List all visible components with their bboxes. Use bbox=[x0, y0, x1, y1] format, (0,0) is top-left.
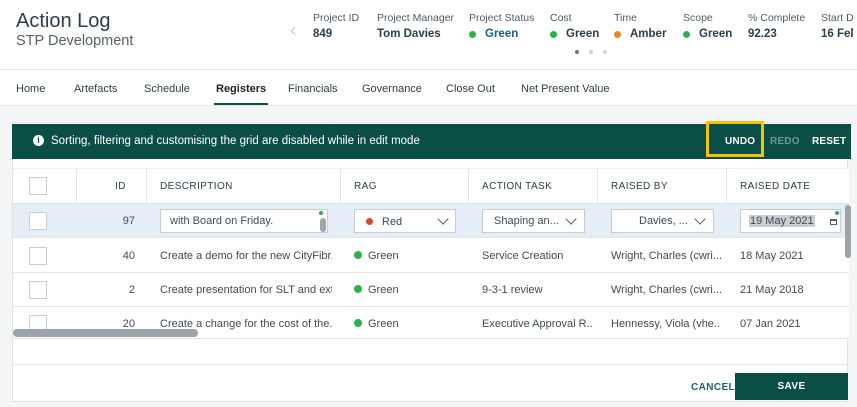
info-icon: i bbox=[33, 135, 44, 146]
table-row-editing[interactable]: 97 with Board on Friday. Red Shaping an.… bbox=[13, 204, 849, 238]
tab-financials[interactable]: Financials bbox=[288, 83, 338, 95]
valid-indicator-icon bbox=[835, 211, 839, 215]
column-header-raised-date[interactable]: RAISED DATE bbox=[740, 169, 810, 205]
column-header-id[interactable]: ID bbox=[115, 169, 126, 205]
meta-project-manager: Project Manager Tom Davies bbox=[377, 12, 455, 40]
banner-message: Sorting, filtering and customising the g… bbox=[51, 135, 420, 147]
column-header-raised-by[interactable]: RAISED BY bbox=[611, 169, 668, 205]
footer-divider bbox=[13, 364, 849, 365]
meta-cost: Cost Green bbox=[550, 12, 600, 40]
red-status-dot-icon bbox=[366, 218, 373, 225]
tab-home[interactable]: Home bbox=[16, 83, 45, 95]
vertical-scrollbar[interactable] bbox=[845, 205, 851, 258]
cancel-button[interactable]: CANCEL bbox=[691, 382, 735, 393]
column-header-description[interactable]: DESCRIPTION bbox=[160, 169, 233, 205]
tab-governance[interactable]: Governance bbox=[362, 83, 422, 95]
row-checkbox[interactable] bbox=[29, 247, 47, 265]
table-row[interactable]: 40 Create a demo for the new CityFibr...… bbox=[13, 239, 849, 273]
meta-project-status: Project Status Green bbox=[469, 12, 535, 40]
meta-time: Time Amber bbox=[614, 12, 667, 40]
save-button[interactable]: SAVE bbox=[735, 373, 848, 400]
calendar-icon[interactable] bbox=[830, 219, 837, 225]
tab-close-out[interactable]: Close Out bbox=[446, 83, 495, 95]
chevron-down-icon bbox=[694, 213, 706, 225]
chevron-down-icon bbox=[437, 213, 449, 225]
pager-dot[interactable] bbox=[603, 50, 607, 54]
tab-artefacts[interactable]: Artefacts bbox=[74, 83, 117, 95]
tab-schedule[interactable]: Schedule bbox=[144, 83, 190, 95]
undo-highlight bbox=[706, 121, 764, 157]
green-status-dot-icon bbox=[354, 319, 362, 327]
tab-bar: Home Artefacts Schedule Registers Financ… bbox=[0, 70, 857, 106]
raised-by-select[interactable]: Davies, ... bbox=[611, 209, 714, 233]
rag-select[interactable]: Red bbox=[354, 209, 456, 233]
pager-dot[interactable] bbox=[589, 50, 593, 54]
grid-header: ID DESCRIPTION RAG ACTION TASK RAISED BY… bbox=[13, 168, 849, 205]
header-pager[interactable] bbox=[575, 50, 607, 54]
raised-date-input[interactable]: 19 May 2021 bbox=[740, 209, 841, 233]
meta-scope: Scope Green bbox=[683, 12, 733, 40]
chevron-left-icon[interactable]: ‹ bbox=[290, 20, 296, 41]
valid-indicator-icon bbox=[319, 211, 323, 215]
green-status-dot-icon bbox=[354, 251, 362, 259]
status-dot-icon bbox=[614, 30, 621, 38]
select-all-checkbox[interactable] bbox=[29, 177, 47, 195]
chevron-down-icon bbox=[565, 213, 577, 225]
reset-button[interactable]: RESET bbox=[812, 136, 846, 147]
green-status-dot-icon bbox=[354, 285, 362, 293]
meta-percent-complete: % Complete 92.23 bbox=[748, 12, 806, 40]
description-input[interactable]: with Board on Friday. bbox=[160, 209, 328, 233]
textarea-scrollbar[interactable] bbox=[320, 218, 326, 232]
row-id: 97 bbox=[122, 215, 135, 227]
status-dot-icon bbox=[683, 30, 690, 38]
row-checkbox[interactable] bbox=[29, 281, 47, 299]
status-dot-icon bbox=[469, 30, 476, 38]
pager-dot[interactable] bbox=[575, 50, 579, 54]
tab-net-present-value[interactable]: Net Present Value bbox=[521, 83, 609, 95]
tab-registers[interactable]: Registers bbox=[213, 83, 269, 105]
column-header-action-task[interactable]: ACTION TASK bbox=[482, 169, 552, 205]
table-row[interactable]: 2 Create presentation for SLT and ext...… bbox=[13, 273, 849, 307]
redo-button[interactable]: REDO bbox=[770, 136, 800, 147]
status-dot-icon bbox=[550, 30, 557, 38]
page-title: Action Log bbox=[16, 10, 111, 32]
column-header-rag[interactable]: RAG bbox=[354, 169, 377, 205]
horizontal-scrollbar[interactable] bbox=[13, 329, 198, 337]
project-name: STP Development bbox=[16, 33, 134, 49]
action-task-select[interactable]: Shaping an... bbox=[482, 209, 585, 233]
meta-start-date: Start D 16 Fel bbox=[821, 12, 854, 40]
row-checkbox[interactable] bbox=[29, 212, 47, 230]
meta-project-id: Project ID 849 bbox=[313, 12, 360, 40]
project-header: Action Log STP Development ‹ Project ID … bbox=[0, 0, 857, 70]
